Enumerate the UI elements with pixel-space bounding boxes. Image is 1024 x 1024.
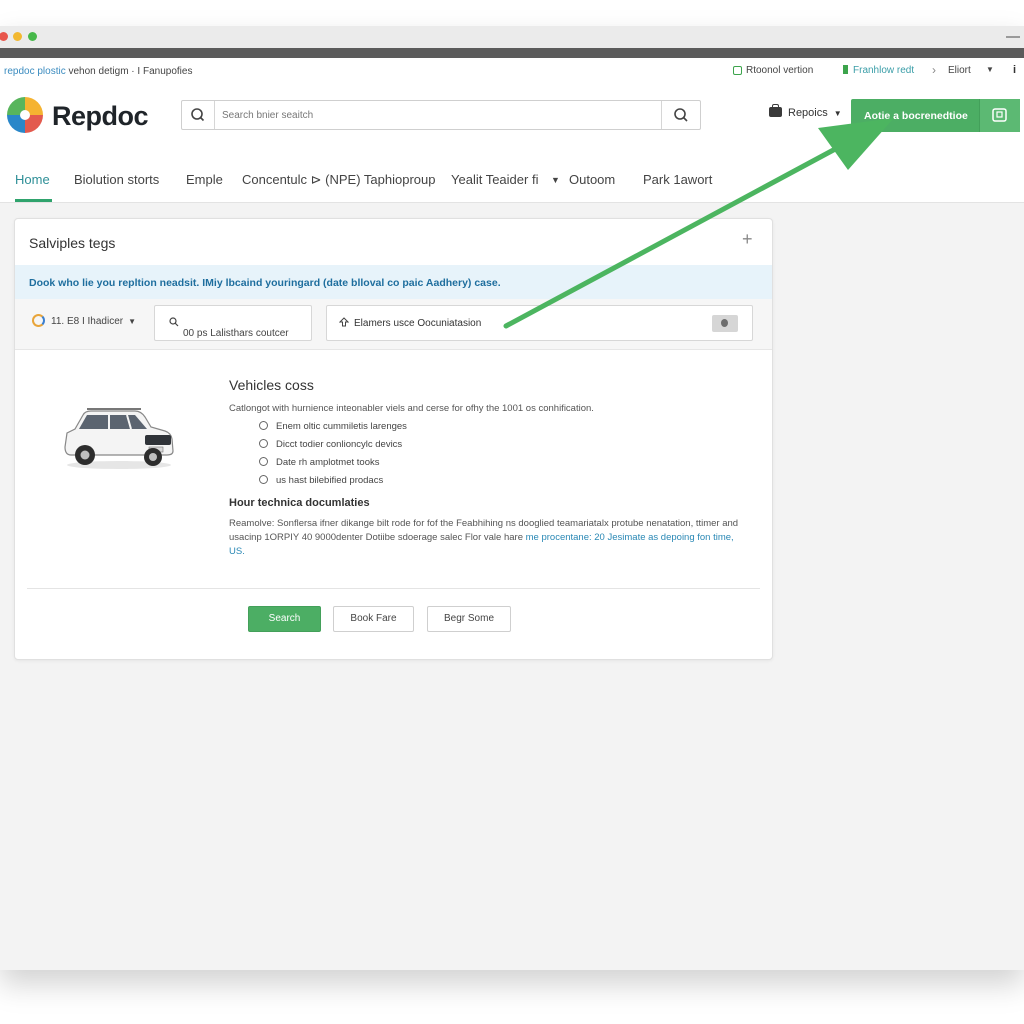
section-description: Catlongot with hurnience inteonabler vie… (229, 403, 594, 414)
active-tab-indicator (15, 199, 52, 202)
plus-icon[interactable]: + (742, 229, 753, 250)
nav-item-park[interactable]: Park 1awort (643, 172, 712, 187)
magnify-icon (169, 317, 179, 327)
search-scope-button[interactable] (182, 101, 215, 129)
option-label: Date rh amplotmet tooks (276, 457, 380, 468)
site-breadcrumb: repdoc plostic vehon detigm · I Fanupofi… (4, 66, 192, 77)
search-bar (181, 100, 701, 130)
search-icon (674, 108, 688, 122)
chevron-right-icon: › (932, 63, 936, 77)
option-item[interactable]: us hast bilebified prodacs (259, 475, 407, 493)
filter-bar: 11. E8 I Ihadicer ▼ 00 ps Lalisthars cout… (15, 299, 772, 350)
options-list: Enem oltic cummiletis larenges Dicct tod… (259, 421, 407, 493)
option-item[interactable]: Dicct todier conlioncylc devics (259, 439, 407, 457)
filter-dropdown[interactable]: 11. E8 I Ihadicer ▼ (32, 314, 136, 327)
nav-item-concentulc[interactable]: Concentulc ⊳ (NPE) Taphioproup (242, 172, 435, 188)
tab-strip (0, 48, 1024, 58)
upload-icon (338, 317, 350, 327)
briefcase-icon (769, 104, 782, 117)
site-path: vehon detigm · I Fanupofies (68, 66, 193, 77)
radio-button[interactable] (259, 439, 268, 448)
browser-window: repdoc plostic vehon detigm · I Fanupofi… (0, 26, 1024, 970)
cta-label: Aotie a bocrenedtioe (864, 110, 968, 122)
app-logo-text: Repdoc (52, 101, 149, 131)
divider (27, 588, 760, 589)
filter-search-label: 00 ps Lalisthars coutcer (183, 328, 289, 339)
search-scope-icon (191, 108, 205, 122)
option-label: Enem oltic cummiletis larenges (276, 421, 407, 432)
menu-dash-icon[interactable] (1006, 36, 1020, 38)
feature-label: Franhlow redt (853, 65, 915, 76)
begr-some-button[interactable]: Begr Some (427, 606, 511, 632)
description-paragraph: Reamolve: Sonflersa ifner dikange bilt r… (229, 517, 749, 559)
title-bar (0, 26, 1024, 48)
search-input[interactable] (222, 107, 622, 123)
radio-button[interactable] (259, 475, 268, 484)
maximize-window-button[interactable] (28, 32, 37, 41)
repdoc-logo[interactable] (6, 96, 44, 134)
info-bar: repdoc plostic vehon detigm · I Fanupofi… (0, 58, 1024, 85)
nav-dropdown-caret-icon[interactable]: ▼ (551, 175, 560, 185)
nav-item-emple[interactable]: Emple (186, 172, 223, 187)
filter-search-field[interactable]: 00 ps Lalisthars coutcer (154, 305, 312, 341)
option-label: Dicct todier conlioncylc devics (276, 439, 403, 450)
version-icon (733, 66, 742, 75)
nav-item-solutions[interactable]: Biolution storts (74, 172, 159, 187)
search-button[interactable] (661, 101, 700, 129)
feature-link[interactable]: Franhlow redt (843, 65, 914, 76)
settings-icon[interactable] (712, 315, 738, 332)
nav-item-home[interactable]: Home (15, 172, 50, 187)
card-title: Salviples tegs (29, 235, 116, 251)
version-link[interactable]: Rtoonol vertion (733, 65, 813, 76)
documentation-field[interactable]: Elamers usce Oocuniatasion (326, 305, 753, 341)
subheading: Hour technica documlaties (229, 497, 370, 509)
nav-item-outoom[interactable]: Outoom (569, 172, 615, 187)
repos-dropdown[interactable]: Repoics ▼ (769, 104, 842, 119)
info-banner: Dook who lie you repltion neadsit. IMiy … (15, 265, 772, 299)
minimize-window-button[interactable] (13, 32, 22, 41)
content-card: Salviples tegs + Dook who lie you replti… (14, 218, 773, 660)
repos-label: Repoics (788, 107, 828, 119)
vehicle-image (64, 408, 174, 469)
option-label: us hast bilebified prodacs (276, 475, 384, 486)
cta-icon-area[interactable] (979, 99, 1020, 132)
close-window-button[interactable] (0, 32, 8, 41)
create-documentation-button[interactable]: Aotie a bocrenedtioe (851, 99, 1020, 132)
section-heading: Vehicles coss (229, 377, 314, 393)
chevron-down-icon: ▼ (128, 317, 137, 326)
documentation-label: Elamers usce Oocuniatasion (354, 318, 482, 329)
option-item[interactable]: Enem oltic cummiletis larenges (259, 421, 407, 439)
user-caret-icon[interactable]: ▼ (986, 65, 994, 74)
banner-text: Dook who lie you repltion neadsit. IMiy … (29, 277, 501, 289)
nav-item-yealit[interactable]: Yealit Teaider fi (451, 172, 538, 187)
site-brand[interactable]: repdoc plostic (4, 66, 66, 77)
main-nav: Home Biolution storts Emple Concentulc ⊳… (0, 150, 1024, 203)
option-item[interactable]: Date rh amplotmet tooks (259, 457, 407, 475)
grid-icon (992, 108, 1007, 122)
search-submit-button[interactable]: Search (248, 606, 321, 632)
chevron-down-icon: ▼ (833, 109, 842, 118)
info-icon[interactable]: i (1013, 64, 1016, 76)
book-fare-button[interactable]: Book Fare (333, 606, 414, 632)
radio-button[interactable] (259, 421, 268, 430)
version-label: Rtoonol vertion (746, 65, 814, 76)
user-menu[interactable]: Eliort (948, 65, 971, 76)
filter-dropdown-label: 11. E8 I Ihadicer (51, 316, 124, 327)
radio-button[interactable] (259, 457, 268, 466)
flag-icon (843, 65, 848, 74)
refresh-icon (32, 314, 45, 327)
